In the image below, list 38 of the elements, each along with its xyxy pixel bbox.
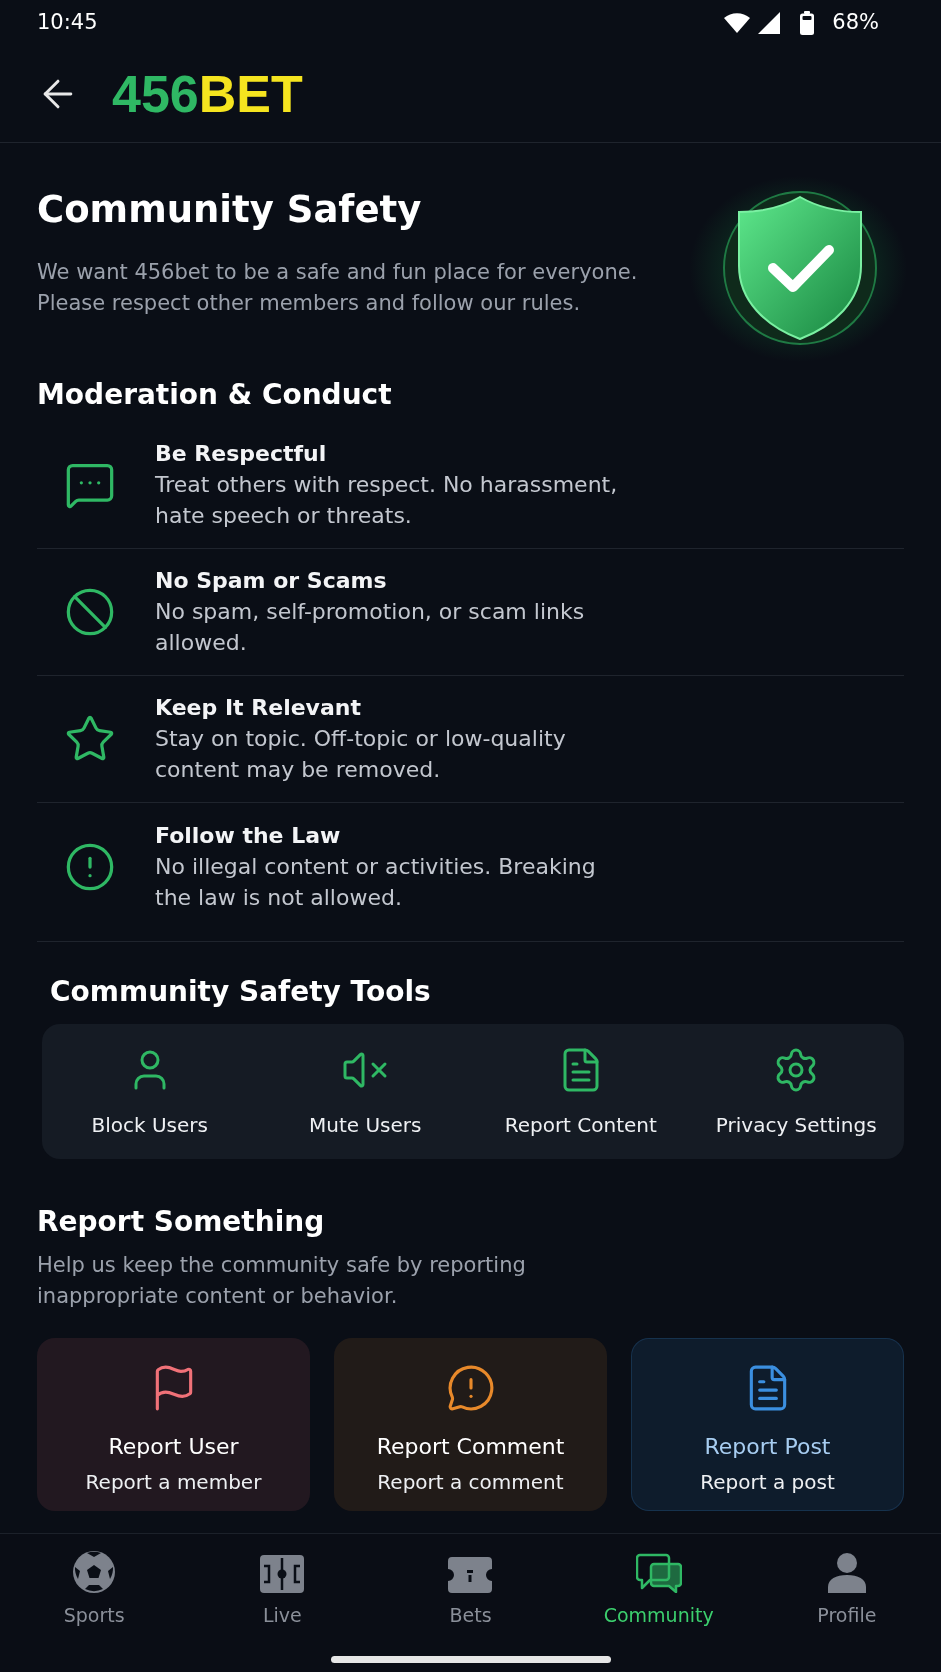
ticket-icon: [448, 1557, 493, 1593]
page-title: Community Safety: [37, 187, 423, 233]
battery-percentage: 68%: [832, 12, 879, 33]
tool-button[interactable]: Report Content: [473, 1024, 689, 1159]
section-title: Moderation & Conduct: [37, 377, 393, 413]
nav-tab[interactable]: Bets: [376, 1550, 565, 1628]
section-description: Help us keep the community safe by reporting inappropriate content or behavior.: [37, 1252, 527, 1310]
chat-bubbles-icon: [635, 1553, 682, 1593]
rule-description: No illegal content or activities. Breaking the law is not allowed.: [155, 852, 597, 912]
rule-title: Keep It Relevant: [155, 694, 362, 722]
field-icon: [260, 1555, 305, 1593]
report-card[interactable]: Report User Report a member: [37, 1338, 310, 1511]
rule-title: No Spam or Scams: [155, 567, 388, 595]
tool-button[interactable]: Privacy Settings: [688, 1024, 904, 1159]
person-icon: [827, 1553, 866, 1593]
wifi-icon: [724, 12, 751, 33]
brand-logo: 456BET: [112, 67, 303, 120]
rule-title: Follow the Law: [155, 821, 342, 850]
nav-tab[interactable]: Community: [564, 1550, 753, 1628]
soccer-ball-icon: [73, 1551, 116, 1593]
prohibited-icon: [64, 586, 116, 638]
signal-icon: [758, 11, 781, 34]
tool-button[interactable]: Block Users: [42, 1024, 258, 1159]
report-card[interactable]: Report Comment Report a comment: [334, 1338, 607, 1511]
nav-tab[interactable]: Sports: [0, 1550, 189, 1628]
battery-icon: [800, 10, 815, 35]
nav-tab[interactable]: Live: [188, 1550, 377, 1628]
page-description: We want 456bet to be a safe and fun place for everyone. Please respect other members and follow our rules.: [37, 259, 639, 317]
rule-title: Be Respectful: [155, 440, 328, 468]
rule-description: Treat others with respect. No harassment, hate speech or threats.: [155, 471, 619, 530]
section-title: Community Safety Tools: [49, 974, 432, 1010]
nav-tab[interactable]: Profile: [752, 1550, 941, 1628]
tool-button[interactable]: Mute Users: [257, 1024, 473, 1159]
rule-description: No spam, self-promotion, or scam links allowed.: [155, 598, 586, 657]
rule-description: Stay on topic. Off-topic or low-quality content may be removed.: [155, 725, 567, 784]
status-time: 10:45: [37, 12, 98, 33]
section-title: Report Something: [37, 1204, 326, 1240]
report-card[interactable]: Report Post Report a post: [631, 1338, 904, 1511]
